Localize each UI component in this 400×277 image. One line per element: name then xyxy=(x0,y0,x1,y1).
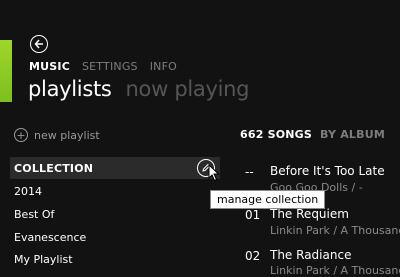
app-accent-bar xyxy=(0,40,12,102)
pivot-now-playing[interactable]: now playing xyxy=(126,77,250,101)
back-arrow-icon xyxy=(34,39,43,49)
songs-count: 662 SONGS xyxy=(240,128,313,141)
nav-settings[interactable]: SETTINGS xyxy=(82,60,138,73)
track-subtitle: Linkin Park / A Thousand xyxy=(270,264,400,277)
back-button[interactable] xyxy=(30,35,48,53)
pivot-playlists[interactable]: playlists xyxy=(28,77,112,101)
collection-row[interactable]: COLLECTION xyxy=(10,157,220,179)
playlist-item[interactable]: Best Of xyxy=(14,208,54,221)
track-title[interactable]: Before It's Too Late xyxy=(270,164,385,178)
mouse-cursor-icon xyxy=(208,164,220,182)
nav-info[interactable]: INFO xyxy=(150,60,177,73)
track-title[interactable]: The Radiance xyxy=(270,248,351,262)
playlist-item[interactable]: Evanescence xyxy=(14,231,86,244)
track-title[interactable]: The Requiem xyxy=(270,207,349,221)
collection-label: COLLECTION xyxy=(14,161,94,175)
playlist-item[interactable]: My Playlist xyxy=(14,253,73,266)
new-playlist-label: new playlist xyxy=(34,128,100,142)
nav-music[interactable]: MUSIC xyxy=(29,60,70,73)
plus-icon: + xyxy=(14,128,28,142)
songs-header: 662 SONGS BY ALBUM xyxy=(240,128,385,141)
playlist-item[interactable]: 2014 xyxy=(14,185,42,198)
track-number: 02 xyxy=(245,249,261,263)
sort-by-album[interactable]: BY ALBUM xyxy=(320,128,385,141)
track-number: -- xyxy=(245,165,254,179)
track-number: 01 xyxy=(245,208,261,222)
new-playlist-button[interactable]: + new playlist xyxy=(14,128,100,142)
manage-collection-tooltip: manage collection xyxy=(210,190,326,209)
track-subtitle: Linkin Park / A Thousand xyxy=(270,224,400,237)
top-nav: MUSIC SETTINGS INFO xyxy=(29,60,177,73)
pivot-header: playlists now playing xyxy=(28,77,250,101)
